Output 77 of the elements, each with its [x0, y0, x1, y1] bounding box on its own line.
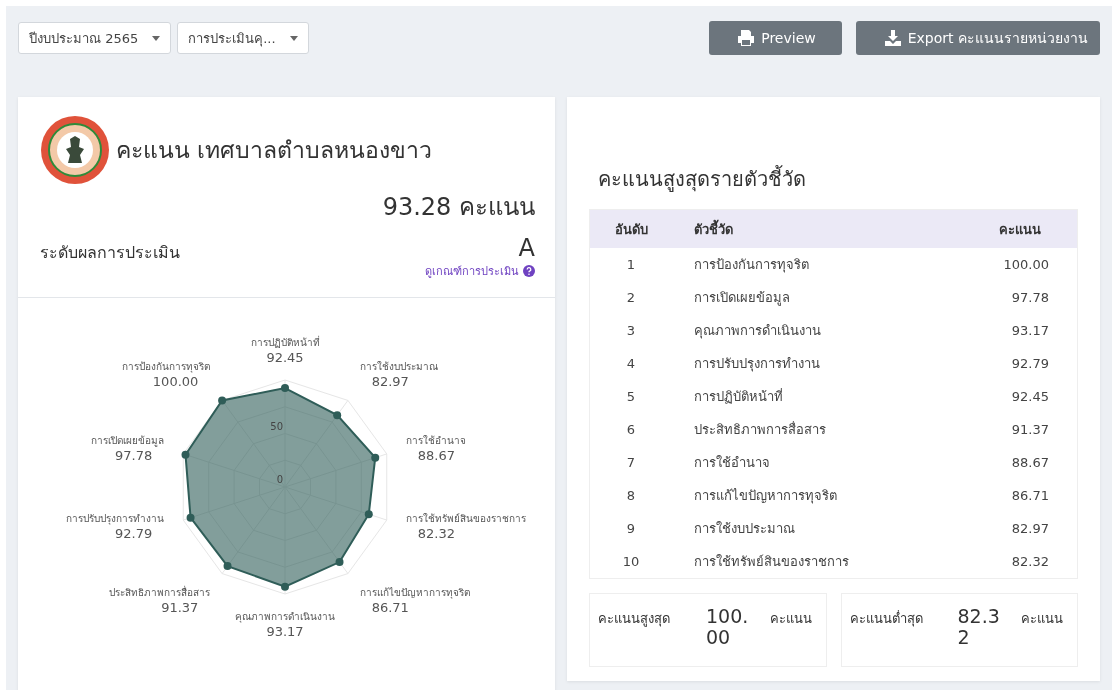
- help-icon: [523, 265, 535, 277]
- rank-cell: 5: [589, 380, 672, 413]
- score-cell: 93.17: [951, 314, 1078, 347]
- indicator-cell-text: การใช้อำนาจ: [693, 454, 771, 472]
- score-cell: 82.97: [951, 512, 1078, 545]
- indicator-cell-text: การใช้งบประมาณ: [693, 520, 796, 538]
- indicator-cell: การใช้ทรัพย์สินของราชการ: [672, 545, 952, 579]
- total-score: 93.28 คะแนน: [381, 192, 535, 223]
- axis-label: การใช้ทรัพย์สินของราชการ: [405, 513, 526, 525]
- stat-value: 82.32: [957, 606, 1001, 648]
- axis-label: การปรับปรุงการทำงาน: [66, 513, 165, 525]
- print-button[interactable]: Preview: [709, 21, 842, 55]
- score-cell: 86.71: [951, 479, 1078, 512]
- dropdown[interactable]: การประเมินคุ...: [177, 22, 309, 54]
- value-label: 88.67: [417, 447, 455, 463]
- value-label: 92.79: [115, 526, 153, 542]
- value-label: 91.37: [161, 599, 199, 615]
- page-title: คะแนน เทศบาลตำบลหนองขาว: [116, 136, 433, 165]
- score-cell: 82.32: [951, 545, 1078, 579]
- indicator-cell-text: การปรับปรุงการทำงาน: [693, 355, 821, 374]
- section-title: คะแนนสูงสุดรายตัวชี้วัด: [598, 164, 807, 194]
- stat-label: คะแนนต่ำสุด: [849, 609, 924, 629]
- value-label: 86.71: [371, 599, 409, 615]
- value-label: 82.97: [371, 374, 409, 390]
- value-label: 100.00: [152, 374, 199, 390]
- value-label: 92.45: [266, 350, 304, 365]
- column-header: อันดับ: [589, 209, 672, 248]
- rank-cell: 2: [589, 281, 672, 314]
- rank-cell: 6: [589, 413, 672, 446]
- download-icon: [883, 29, 902, 47]
- score-cell: 88.67: [951, 446, 1078, 479]
- score-cell: 100.00: [951, 248, 1078, 281]
- rank-cell: 7: [589, 446, 672, 479]
- stat-label: คะแนนสูงสุด: [598, 610, 671, 629]
- score-cell: 92.45: [951, 380, 1078, 413]
- axis-label: การใช้งบประมาณ: [359, 361, 438, 373]
- indicator-cell-text: ประสิทธิภาพการสื่อสาร: [693, 420, 827, 439]
- score-cell: 92.79: [951, 347, 1078, 380]
- column-header: คะแนน: [951, 209, 1078, 248]
- emblem-drawing: [40, 115, 110, 185]
- axis-label: การเปิดเผยข้อมูล: [91, 434, 165, 446]
- indicator-cell: การป้องกันการทุจริต: [672, 248, 952, 281]
- indicator-cell-text: การเปิดเผยข้อมูล: [693, 289, 791, 308]
- value-label: 82.32: [417, 526, 455, 542]
- rank-cell: 1: [589, 248, 672, 281]
- axis-label: การป้องกันการทุจริต: [122, 361, 211, 373]
- rank-cell: 8: [589, 479, 672, 512]
- level-label: ระดับผลการประเมิน: [40, 242, 180, 264]
- score-cell: 91.37: [951, 413, 1078, 446]
- indicator-cell-text: การแก้ไขปัญหาการทุจริต: [693, 487, 838, 506]
- printer-icon: [737, 29, 756, 47]
- value-label: 93.17: [266, 624, 304, 639]
- caret-icon: [152, 35, 161, 41]
- indicator-cell-text: การปฏิบัติหน้าที่: [693, 387, 784, 406]
- rank-cell: 9: [589, 512, 672, 545]
- stat-unit: คะแนน: [769, 610, 812, 628]
- axis-label: ประสิทธิภาพการสื่อสาร: [109, 586, 211, 598]
- axis-label: การใช้อำนาจ: [405, 434, 466, 446]
- download-button[interactable]: Export คะแนนรายหน่วยงาน: [855, 21, 1100, 55]
- caret-icon: [289, 35, 298, 41]
- scale-label: 50: [270, 420, 283, 432]
- column-header: ตัวชี้วัด: [672, 209, 952, 248]
- criteria-link[interactable]: ดูเกณฑ์การประเมิน: [425, 262, 535, 280]
- axis-label: คุณภาพการดำเนินงาน: [235, 611, 335, 622]
- stat-value: 100.00: [706, 606, 750, 648]
- rank-cell: 4: [589, 347, 672, 380]
- rank-cell: 3: [589, 314, 672, 347]
- grade-value: A: [518, 234, 535, 262]
- score-cell: 97.78: [951, 281, 1078, 314]
- scale-label: 0: [276, 474, 283, 485]
- indicator-cell-text: คุณภาพการดำเนินงาน: [693, 322, 822, 341]
- dropdown[interactable]: ปีงบประมาณ 2565: [18, 22, 172, 54]
- axis-label: การปฏิบัติหน้าที่: [250, 337, 320, 348]
- value-label: 97.78: [115, 447, 153, 463]
- rank-cell: 10: [589, 545, 672, 579]
- stat-unit: คะแนน: [1021, 610, 1063, 628]
- axis-label: การแก้ไขปัญหาการทุจริต: [359, 586, 470, 598]
